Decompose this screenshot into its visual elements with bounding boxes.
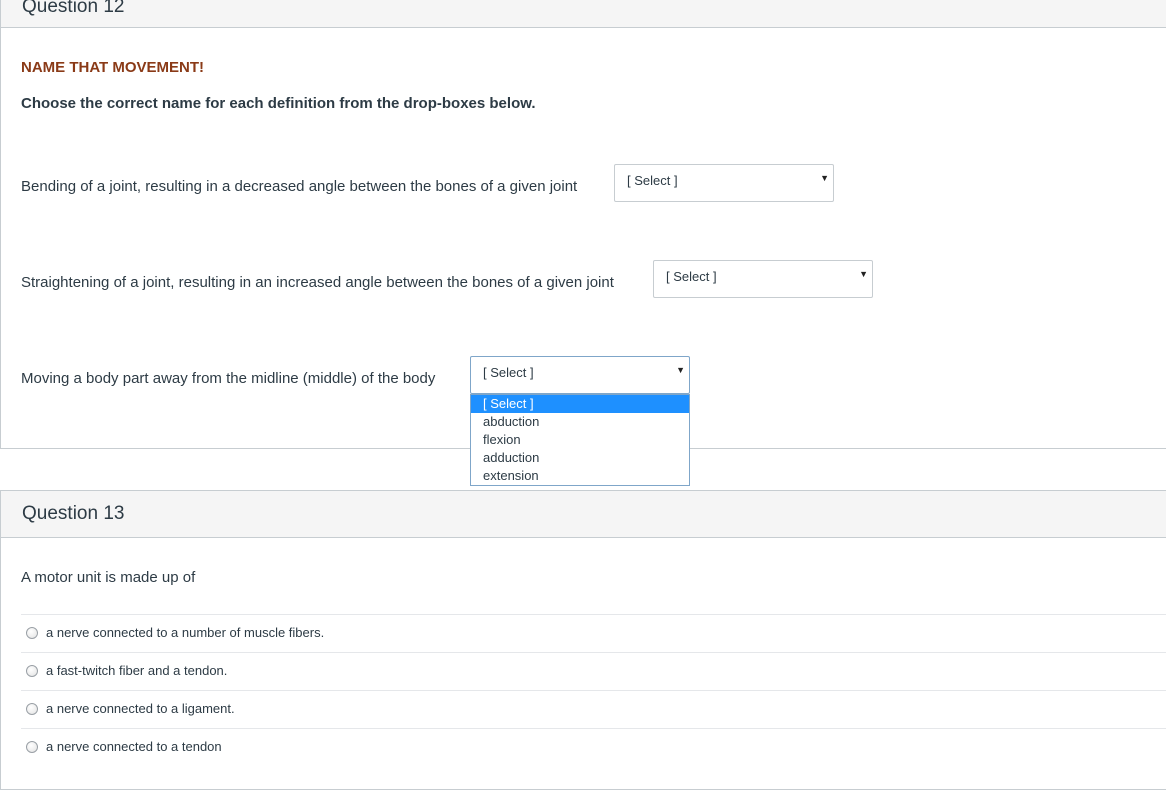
dropdown-option[interactable]: flexion: [471, 431, 689, 449]
question-stem: A motor unit is made up of: [21, 569, 196, 586]
section-heading: NAME THAT MOVEMENT!: [21, 59, 205, 76]
answer-select-3[interactable]: [ Select ] ▼: [470, 356, 690, 394]
answer-option[interactable]: a nerve connected to a number of muscle …: [21, 614, 1166, 652]
caret-down-icon: ▼: [820, 173, 829, 183]
question-header: Question 12: [1, 0, 1166, 28]
caret-down-icon: ▼: [859, 269, 868, 279]
definition-text: Bending of a joint, resulting in a decre…: [21, 178, 578, 195]
definition-text: Moving a body part away from the midline…: [21, 370, 436, 387]
question-title: Question 12: [22, 0, 125, 17]
question-header: Question 13: [1, 491, 1166, 538]
caret-down-icon: ▼: [676, 365, 685, 375]
answer-label: a fast-twitch fiber and a tendon.: [46, 663, 228, 678]
dropdown-options-list: [ Select ] abduction flexion adduction e…: [470, 394, 690, 486]
answer-label: a nerve connected to a tendon: [46, 739, 222, 754]
answer-select-1[interactable]: [ Select ] ▼: [614, 164, 834, 202]
answer-option[interactable]: a nerve connected to a ligament.: [21, 690, 1166, 728]
dropdown-option[interactable]: [ Select ]: [471, 395, 689, 413]
answer-option[interactable]: a nerve connected to a tendon: [21, 728, 1166, 766]
answer-label: a nerve connected to a number of muscle …: [46, 625, 325, 640]
select-value: [ Select ]: [483, 365, 534, 380]
select-value: [ Select ]: [666, 269, 717, 284]
definition-text: Straightening of a joint, resulting in a…: [21, 274, 614, 291]
radio-button-icon[interactable]: [26, 665, 38, 677]
dropdown-option[interactable]: adduction: [471, 449, 689, 467]
question-title: Question 13: [22, 503, 125, 524]
instructions-text: Choose the correct name for each definit…: [21, 95, 536, 112]
radio-button-icon[interactable]: [26, 627, 38, 639]
select-value: [ Select ]: [627, 173, 678, 188]
answer-option[interactable]: a fast-twitch fiber and a tendon.: [21, 652, 1166, 690]
radio-button-icon[interactable]: [26, 741, 38, 753]
answer-label: a nerve connected to a ligament.: [46, 701, 235, 716]
dropdown-option[interactable]: abduction: [471, 413, 689, 431]
radio-button-icon[interactable]: [26, 703, 38, 715]
dropdown-option[interactable]: extension: [471, 467, 689, 485]
answer-select-2[interactable]: [ Select ] ▼: [653, 260, 873, 298]
